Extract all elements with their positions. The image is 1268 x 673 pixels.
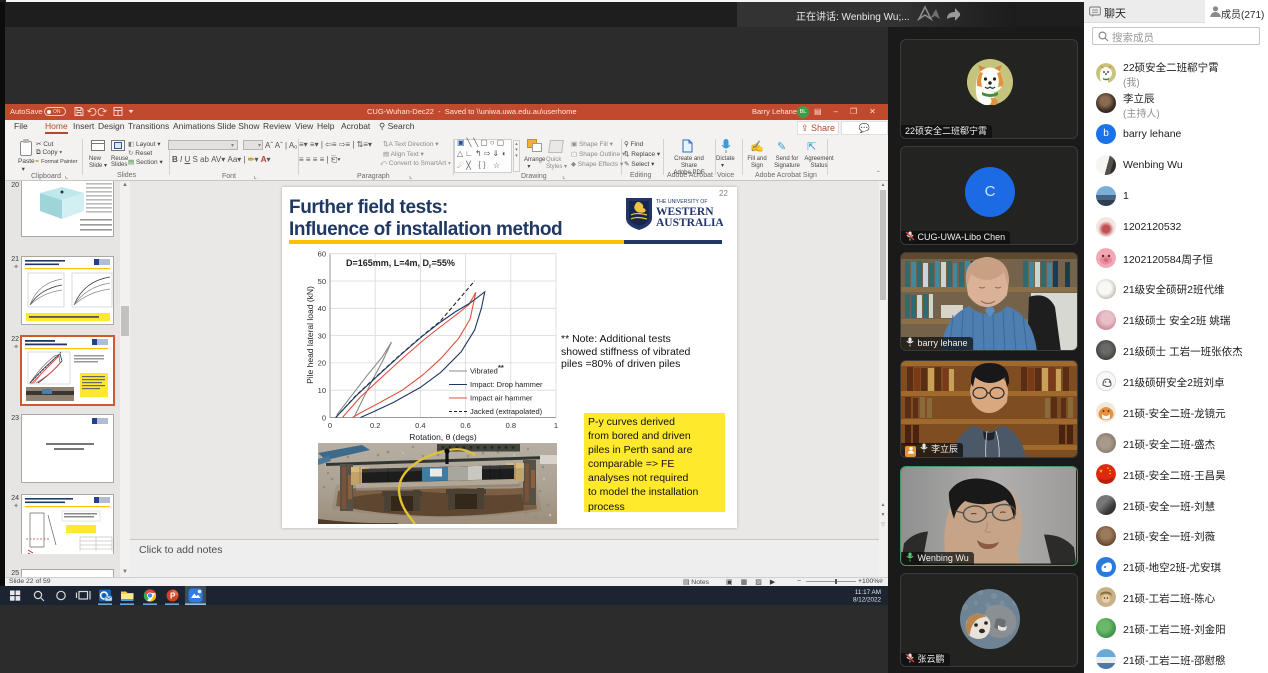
svg-text:1: 1 <box>554 421 558 430</box>
svg-text:Impact: Drop hammer: Impact: Drop hammer <box>470 380 543 389</box>
svg-text:0.4: 0.4 <box>415 421 425 430</box>
svg-text:0: 0 <box>322 413 326 422</box>
svg-text:Pile head lateral load (kN): Pile head lateral load (kN) <box>305 286 315 384</box>
svg-text:10: 10 <box>318 386 326 395</box>
svg-text:Jacked (extrapolated): Jacked (extrapolated) <box>470 407 543 416</box>
svg-text:30: 30 <box>318 331 326 340</box>
svg-text:**: ** <box>498 363 504 372</box>
svg-text:0.2: 0.2 <box>370 421 380 430</box>
svg-text:40: 40 <box>318 304 326 313</box>
svg-text:THE UNIVERSITY OF: THE UNIVERSITY OF <box>656 199 708 205</box>
svg-text:11:17 AM: 11:17 AM <box>855 589 881 596</box>
svg-text:8/12/2022: 8/12/2022 <box>853 597 882 604</box>
svg-text:0: 0 <box>328 421 332 430</box>
svg-text:Rotation, θ (degs): Rotation, θ (degs) <box>409 432 477 442</box>
svg-text:0.6: 0.6 <box>460 421 470 430</box>
svg-text:60: 60 <box>318 250 326 259</box>
svg-text:D=165mm, L=4m, Dr=55%: D=165mm, L=4m, Dr=55% <box>346 258 455 270</box>
svg-text:0.8: 0.8 <box>506 421 516 430</box>
svg-text:AUSTRALIA: AUSTRALIA <box>656 217 723 229</box>
svg-text:50: 50 <box>318 277 326 286</box>
svg-text:Vibrated: Vibrated <box>470 367 498 376</box>
svg-text:20: 20 <box>318 359 326 368</box>
svg-text:P: P <box>170 592 176 601</box>
svg-text:Impact air hammer: Impact air hammer <box>470 394 533 403</box>
